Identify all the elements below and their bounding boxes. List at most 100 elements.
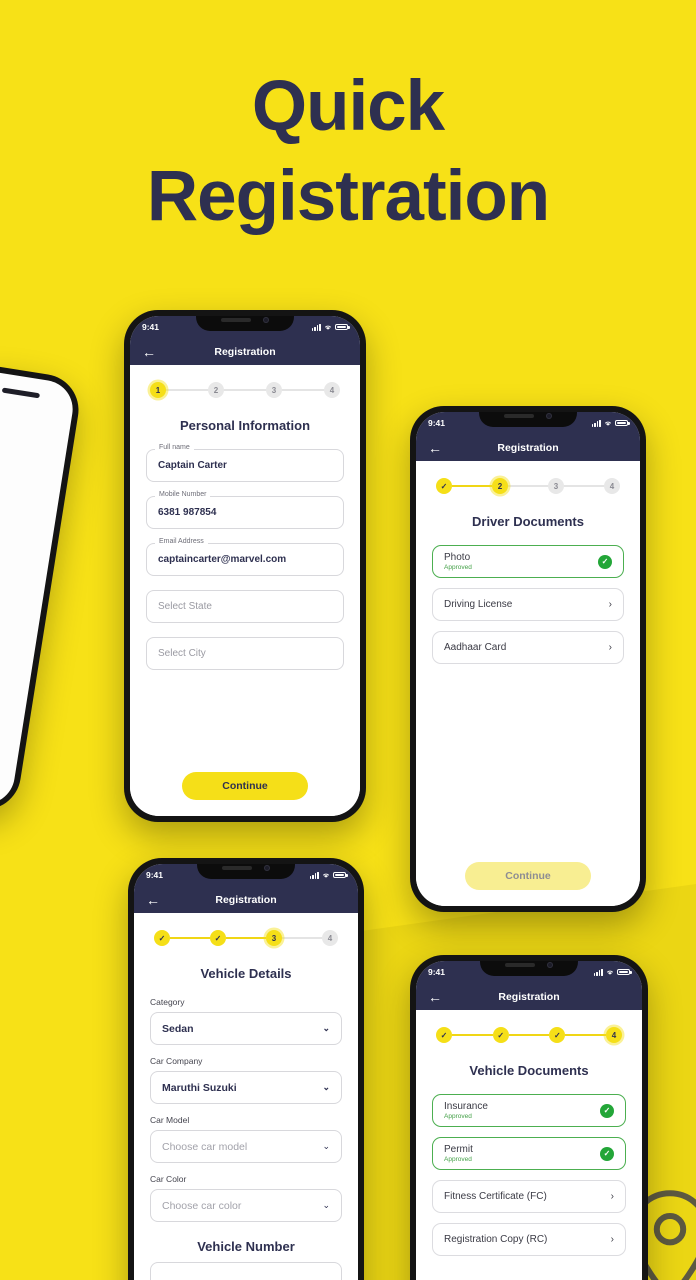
back-arrow-icon[interactable]: ←: [428, 990, 442, 1004]
step-2[interactable]: 2: [208, 382, 224, 398]
step-2[interactable]: ✓: [492, 1027, 509, 1043]
document-row-insurance[interactable]: Insurance Approved ✓: [432, 1094, 626, 1127]
app-bar: ← Registration: [416, 434, 640, 461]
speaker-grill-icon: [222, 866, 252, 870]
flex-spacer: [146, 684, 344, 772]
select-car-color-placeholder: Choose car color: [162, 1199, 242, 1212]
status-bar: 9:41: [416, 961, 642, 983]
field-select-city-input[interactable]: Select City: [146, 637, 344, 670]
chevron-right-icon: ›: [610, 1233, 614, 1245]
battery-icon: [335, 323, 350, 331]
document-row-permit[interactable]: Permit Approved ✓: [432, 1137, 626, 1170]
step-2[interactable]: 2: [492, 478, 508, 494]
select-car-company[interactable]: Maruthi Suzuki ⌄: [150, 1071, 342, 1104]
document-status: Approved: [444, 1156, 472, 1164]
phone-mockup-vehicle-documents: 9:41 ← Registration ✓ ✓ ✓ 4 Vehicle Docu…: [410, 955, 648, 1280]
step-connector-2: [224, 389, 266, 391]
document-name: Fitness Certificate (FC): [444, 1191, 547, 1202]
document-name: Photo: [444, 551, 471, 563]
continue-button[interactable]: Continue: [182, 772, 308, 800]
step-4[interactable]: 4: [604, 478, 620, 494]
field-full-name-input[interactable]: Captain Carter: [146, 449, 344, 482]
step-4[interactable]: 4: [606, 1027, 623, 1043]
field-full-name: Full name Captain Carter: [146, 444, 344, 482]
step-1[interactable]: 1: [150, 382, 166, 398]
back-arrow-icon[interactable]: ←: [142, 345, 156, 359]
step-1[interactable]: ✓: [436, 478, 452, 494]
select-car-model[interactable]: Choose car model ⌄: [150, 1130, 342, 1163]
document-name: Aadhaar Card: [444, 642, 507, 653]
phone-notch: [197, 864, 295, 879]
select-car-model-label: Car Model: [150, 1115, 190, 1125]
phone-partial-screen: [0, 368, 77, 808]
field-mobile-number-input[interactable]: 6381 987854: [146, 496, 344, 529]
phone-notch: [479, 412, 577, 427]
document-row-photo[interactable]: Photo Approved ✓: [432, 545, 624, 578]
step-connector-2: [226, 937, 266, 939]
phone-mockup-personal-information: 9:41 ← Registration 1 2 3 4 Personal Inf…: [124, 310, 366, 822]
step-3[interactable]: 3: [266, 930, 282, 946]
speaker-grill-icon: [504, 414, 534, 418]
status-time: 9:41: [428, 967, 446, 977]
document-row-driving-license[interactable]: Driving License ›: [432, 588, 624, 621]
wifi-icon: [323, 873, 329, 878]
cellular-signal-icon: [309, 871, 319, 879]
select-category[interactable]: Sedan ⌄: [150, 1012, 342, 1045]
step-1[interactable]: ✓: [154, 930, 170, 946]
battery-icon: [333, 871, 348, 879]
document-name: Insurance: [444, 1100, 488, 1112]
step-3[interactable]: 3: [548, 478, 564, 494]
select-car-color[interactable]: Choose car color ⌄: [150, 1189, 342, 1222]
step-4[interactable]: 4: [324, 382, 340, 398]
section-title: Driver Documents: [472, 514, 584, 529]
page-title-line-2: Registration: [146, 157, 550, 236]
front-camera-icon: [263, 317, 269, 323]
step-indicator: ✓ ✓ 3 4: [150, 927, 342, 946]
step-4[interactable]: 4: [322, 930, 338, 946]
page-title-line-1: Quick: [251, 67, 445, 146]
chevron-right-icon: ›: [610, 1190, 614, 1202]
step-3[interactable]: ✓: [549, 1027, 566, 1043]
field-select-state: Select State: [146, 590, 344, 623]
screen-body: ✓ 2 3 4 Driver Documents Photo Approved …: [416, 461, 640, 906]
step-connector-1: [170, 937, 210, 939]
back-arrow-icon[interactable]: ←: [428, 441, 442, 455]
screen-personal-information: 9:41 ← Registration 1 2 3 4 Personal Inf…: [130, 316, 360, 816]
phone-notch: [480, 961, 578, 976]
document-row-aadhaar-card[interactable]: Aadhaar Card ›: [432, 631, 624, 664]
step-indicator: ✓ 2 3 4: [432, 475, 624, 494]
back-arrow-icon[interactable]: ←: [146, 893, 160, 907]
select-car-model-placeholder: Choose car model: [162, 1140, 248, 1153]
status-bar: 9:41: [416, 412, 640, 434]
document-row-fitness-certificate[interactable]: Fitness Certificate (FC) ›: [432, 1180, 626, 1213]
field-select-state-input[interactable]: Select State: [146, 590, 344, 623]
step-1[interactable]: ✓: [436, 1027, 452, 1043]
step-connector-2: [508, 1034, 550, 1036]
wifi-icon: [607, 970, 613, 975]
screen-driver-documents: 9:41 ← Registration ✓ 2 3 4 Driver Docum…: [416, 412, 640, 906]
poster-canvas: Quick Registration 9:41 ← Registration 1…: [0, 0, 696, 1280]
select-car-color-label: Car Color: [150, 1174, 187, 1184]
step-connector-1: [452, 1034, 493, 1036]
speaker-grill-icon: [221, 318, 251, 322]
cellular-signal-icon: [593, 968, 603, 976]
app-bar-title: Registration: [215, 893, 277, 906]
document-row-registration-copy[interactable]: Registration Copy (RC) ›: [432, 1223, 626, 1256]
field-vehicle-number-input[interactable]: [150, 1262, 342, 1280]
step-3[interactable]: 3: [266, 382, 282, 398]
field-email-address-label: Email Address: [155, 538, 208, 545]
continue-button[interactable]: Continue: [465, 862, 591, 890]
flex-spacer: [432, 674, 624, 862]
status-indicators: [593, 968, 632, 976]
phone-notch: [196, 316, 294, 331]
field-email-address-input[interactable]: captaincarter@marvel.com: [146, 543, 344, 576]
cellular-signal-icon: [311, 323, 321, 331]
field-vehicle-number: [150, 1262, 342, 1280]
chevron-right-icon: ›: [608, 598, 612, 610]
approved-check-icon: ✓: [600, 1146, 614, 1161]
step-2[interactable]: ✓: [210, 930, 226, 946]
phone-mockup-vehicle-details: 9:41 ← Registration ✓ ✓ 3 4 Vehicle Deta…: [128, 858, 364, 1280]
step-connector-3: [282, 937, 322, 939]
screen-body: ✓ ✓ ✓ 4 Vehicle Documents Insurance Appr…: [416, 1010, 642, 1280]
cellular-signal-icon: [591, 419, 601, 427]
